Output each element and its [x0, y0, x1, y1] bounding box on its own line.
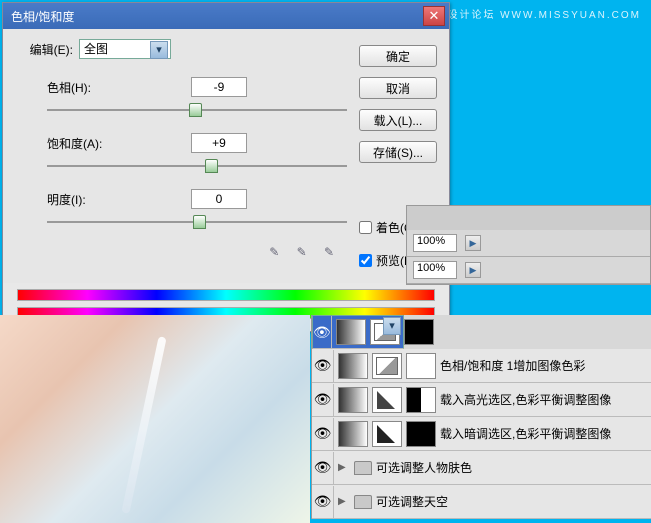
layer-row[interactable]: 👁色相/饱和度 2增加嘴部色彩 [312, 315, 404, 349]
cancel-button[interactable]: 取消 [359, 77, 437, 99]
hue-input[interactable] [191, 77, 247, 97]
watermark: 思缘设计论坛 WWW.MISSYUAN.COM [423, 6, 641, 21]
sat-slider[interactable] [47, 157, 347, 175]
mask-thumb[interactable] [404, 319, 434, 345]
mask-thumb[interactable] [406, 353, 436, 379]
save-button[interactable]: 存储(S)... [359, 141, 437, 163]
light-label: 明度(I): [47, 191, 111, 208]
layer-row[interactable]: 👁 色相/饱和度 1增加图像色彩 [312, 349, 651, 383]
layer-row[interactable]: 👁 ▶ 可选调整天空 [312, 485, 651, 519]
preview-checkbox[interactable] [359, 254, 372, 267]
chevron-right-icon[interactable]: ▶ [338, 496, 350, 507]
adjustment-thumb[interactable] [370, 319, 400, 345]
layer-thumb[interactable] [338, 353, 368, 379]
light-input[interactable] [191, 189, 247, 209]
fill-field[interactable]: 100% [413, 261, 457, 279]
hue-sat-dialog: 色相/饱和度 ✕ 编辑(E): 全图 色相(H): 饱和度(A): [2, 2, 450, 332]
layer-name: 载入暗调选区,色彩平衡调整图像 [440, 425, 647, 442]
adjustment-thumb[interactable] [372, 353, 402, 379]
visibility-icon[interactable]: 👁 [312, 486, 334, 518]
close-icon[interactable]: ✕ [423, 6, 445, 26]
layer-thumb[interactable] [336, 319, 366, 345]
visibility-icon[interactable]: 👁 [312, 384, 334, 416]
hue-slider[interactable] [47, 101, 347, 119]
visibility-icon[interactable]: 👁 [312, 350, 334, 382]
visibility-icon[interactable]: 👁 [312, 452, 334, 484]
adjustment-thumb[interactable] [372, 421, 402, 447]
ok-button[interactable]: 确定 [359, 45, 437, 67]
eyedropper-minus-icon[interactable]: ✎ [316, 245, 334, 263]
folder-icon [354, 461, 372, 475]
eyedropper-plus-icon[interactable]: ✎ [289, 245, 307, 263]
dialog-title: 色相/饱和度 [11, 8, 423, 25]
adjustment-thumb[interactable] [372, 387, 402, 413]
options-panel: 100% ▶ 100% ▶ [406, 205, 651, 285]
visibility-icon[interactable]: 👁 [313, 316, 332, 348]
arrow-icon[interactable]: ▶ [465, 262, 481, 278]
layer-row[interactable]: 👁 载入暗调选区,色彩平衡调整图像 [312, 417, 651, 451]
slider-thumb[interactable] [193, 215, 206, 229]
visibility-icon[interactable]: 👁 [312, 418, 334, 450]
layer-name: 载入高光选区,色彩平衡调整图像 [440, 391, 647, 408]
edit-select[interactable]: 全图 [79, 39, 171, 59]
layer-thumb[interactable] [338, 421, 368, 447]
spectrum-bar-top[interactable] [17, 289, 435, 301]
layer-thumb[interactable] [338, 387, 368, 413]
chevron-right-icon[interactable]: ▶ [338, 462, 350, 473]
layer-name: 色相/饱和度 1增加图像色彩 [440, 357, 647, 374]
light-slider[interactable] [47, 213, 347, 231]
mask-thumb[interactable] [406, 387, 436, 413]
layer-row[interactable]: 👁 ▶ 可选调整人物肤色 [312, 451, 651, 485]
slider-thumb[interactable] [205, 159, 218, 173]
layer-row[interactable]: 👁 载入高光选区,色彩平衡调整图像 [312, 383, 651, 417]
mask-thumb[interactable] [406, 421, 436, 447]
sat-label: 饱和度(A): [47, 135, 111, 152]
layers-panel: 👁色相/饱和度 2增加嘴部色彩👁色相/饱和度 1增加图像色彩👁载入高光选区,色彩… [311, 315, 651, 519]
colorize-checkbox[interactable] [359, 221, 372, 234]
hue-label: 色相(H): [47, 79, 111, 96]
opacity-field[interactable]: 100% [413, 234, 457, 252]
canvas-image[interactable] [0, 315, 310, 523]
edit-label: 编辑(E): [17, 41, 73, 58]
layer-name: 可选调整人物肤色 [376, 459, 647, 476]
panel-tabs[interactable] [407, 206, 650, 230]
eyedropper-icon[interactable]: ✎ [261, 245, 279, 263]
slider-thumb[interactable] [189, 103, 202, 117]
folder-icon [354, 495, 372, 509]
load-button[interactable]: 载入(L)... [359, 109, 437, 131]
eyedropper-tools: ✎ ✎ ✎ [17, 245, 337, 263]
sat-input[interactable] [191, 133, 247, 153]
arrow-icon[interactable]: ▶ [465, 235, 481, 251]
layer-name: 可选调整天空 [376, 493, 647, 510]
titlebar[interactable]: 色相/饱和度 ✕ [3, 3, 449, 29]
